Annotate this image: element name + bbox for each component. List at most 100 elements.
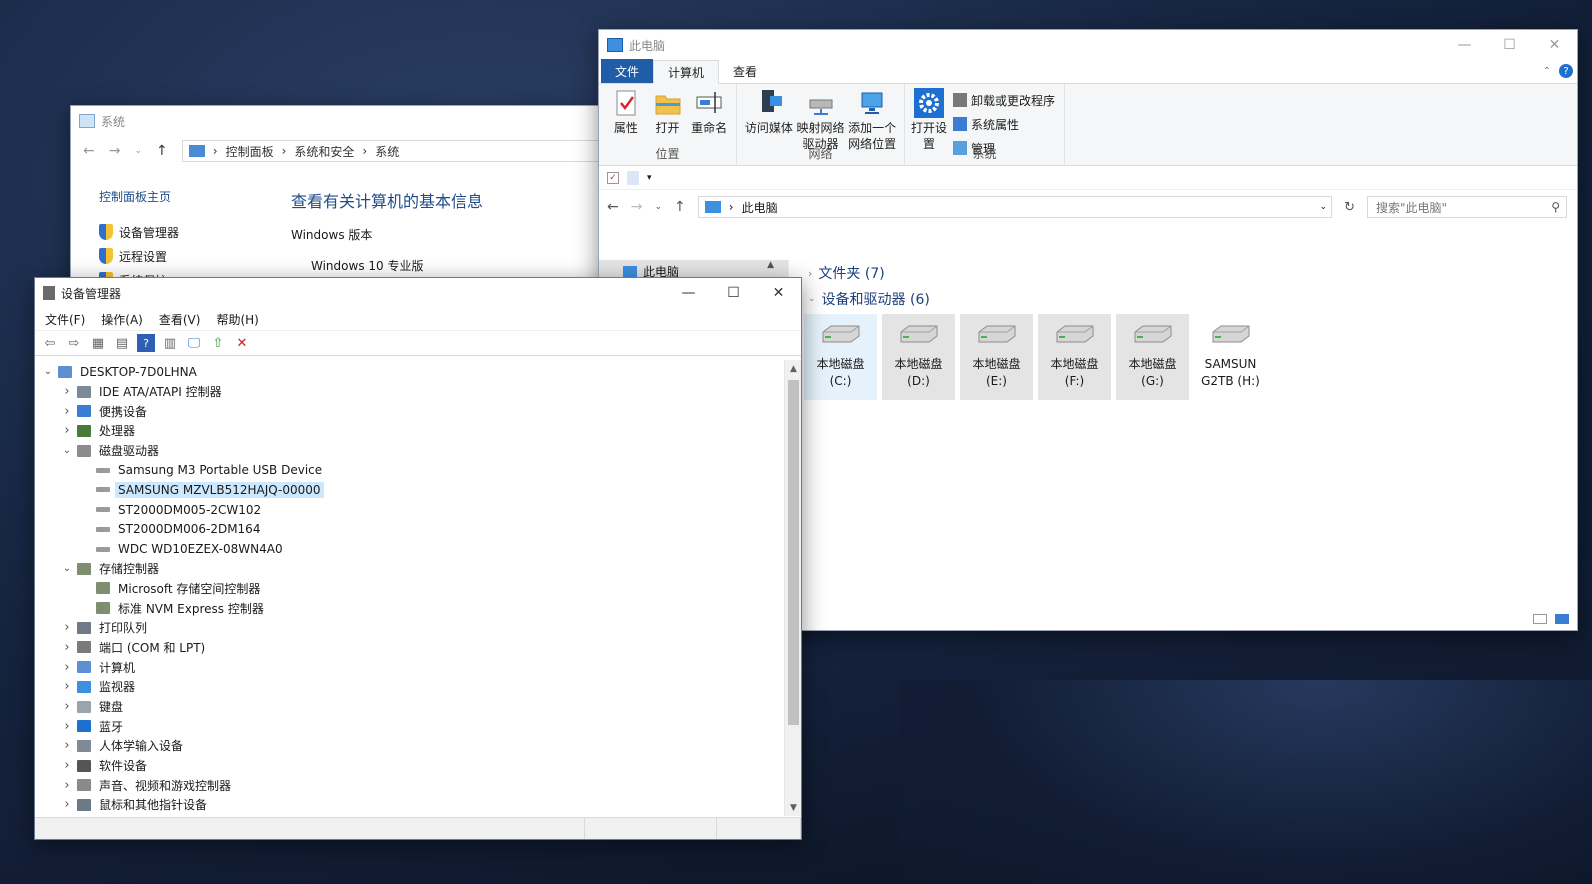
back-arrow-icon[interactable]: ←: [83, 143, 95, 159]
chevron-right-icon[interactable]: ›: [60, 384, 74, 399]
tree-node[interactable]: › 计算机: [35, 657, 785, 677]
tree-node[interactable]: › 蓝牙: [35, 716, 785, 736]
address-text[interactable]: 此电脑: [742, 199, 778, 216]
vertical-scrollbar[interactable]: ▲ ▼: [784, 360, 801, 816]
tree-node[interactable]: SAMSUNG MZVLB512HAJQ-00000: [35, 480, 785, 500]
breadcrumb-item[interactable]: 控制面板: [226, 143, 274, 160]
system-properties-button[interactable]: 系统属性: [953, 114, 1055, 134]
properties-icon[interactable]: ▤: [113, 334, 131, 352]
tree-node[interactable]: Microsoft 存储空间控制器: [35, 579, 785, 599]
tree-node[interactable]: › 处理器: [35, 421, 785, 441]
forward-arrow-icon[interactable]: →: [631, 199, 643, 215]
tree-node[interactable]: ⌄ DESKTOP-7D0LHNA: [35, 362, 785, 382]
address-dropdown-icon[interactable]: ⌄: [1320, 202, 1332, 212]
minimize-button[interactable]: —: [666, 278, 711, 308]
scan-hardware-icon[interactable]: 🖵: [185, 334, 203, 352]
folders-group-header[interactable]: › 文件夹 (7): [794, 260, 1577, 286]
drive-item[interactable]: 本地磁盘 (G:): [1116, 314, 1189, 400]
chevron-right-icon[interactable]: ›: [60, 404, 74, 419]
devices-group-header[interactable]: ⌄ 设备和驱动器 (6): [794, 286, 1577, 312]
chevron-right-icon[interactable]: ›: [60, 778, 74, 793]
maximize-button[interactable]: ☐: [711, 278, 756, 308]
explorer-titlebar[interactable]: 此电脑 — ☐ ✕: [599, 30, 1577, 60]
scroll-up-icon[interactable]: ▲: [785, 360, 801, 377]
menu-action[interactable]: 操作(A): [101, 311, 143, 328]
forward-arrow-icon[interactable]: →: [109, 143, 121, 159]
address-bar[interactable]: › 此电脑 ⌄: [697, 196, 1333, 218]
help-icon[interactable]: ?: [137, 334, 155, 352]
drive-item[interactable]: 本地磁盘 (E:): [960, 314, 1033, 400]
chevron-right-icon[interactable]: ›: [60, 620, 74, 635]
tab-file[interactable]: 文件: [601, 59, 654, 83]
tree-node[interactable]: › 声音、视频和游戏控制器: [35, 775, 785, 795]
drive-item[interactable]: SAMSUN G2TB (H:): [1194, 314, 1267, 400]
search-input[interactable]: 搜索"此电脑" ⚲: [1367, 196, 1567, 218]
device-tree[interactable]: ⌄ DESKTOP-7D0LHNA › IDE ATA/ATAPI 控制器 › 便携设备 ›…: [35, 360, 785, 816]
tree-node[interactable]: › 鼠标和其他指针设备: [35, 795, 785, 815]
breadcrumb-item[interactable]: 系统: [375, 143, 399, 160]
back-arrow-icon[interactable]: ←: [607, 199, 619, 215]
control-panel-home-link[interactable]: 控制面板主页: [99, 184, 179, 208]
menu-file[interactable]: 文件(F): [45, 311, 85, 328]
remote-settings-link[interactable]: 远程设置: [99, 244, 179, 268]
tree-node[interactable]: › 监视器: [35, 677, 785, 697]
checkbox-icon[interactable]: ✓: [607, 171, 619, 184]
uninstall-program-button[interactable]: 卸载或更改程序: [953, 90, 1055, 110]
forward-arrow-icon[interactable]: ⇨: [65, 334, 83, 352]
chevron-down-icon[interactable]: ⌄: [41, 366, 55, 377]
help-icon[interactable]: ?: [1559, 64, 1573, 78]
chevron-right-icon[interactable]: ›: [60, 738, 74, 753]
scroll-up-icon[interactable]: ▲: [767, 260, 774, 270]
menu-help[interactable]: 帮助(H): [216, 311, 258, 328]
drive-item[interactable]: 本地磁盘 (C:): [804, 314, 877, 400]
scroll-thumb[interactable]: [788, 380, 799, 725]
tree-node[interactable]: 标准 NVM Express 控制器: [35, 598, 785, 618]
chevron-down-icon[interactable]: ⌄: [60, 445, 74, 456]
tree-node[interactable]: › 便携设备: [35, 401, 785, 421]
customize-qat-icon[interactable]: ▾: [647, 173, 652, 183]
minimize-button[interactable]: —: [1442, 30, 1487, 60]
tree-node[interactable]: ST2000DM006-2DM164: [35, 520, 785, 540]
uninstall-device-icon[interactable]: ✕: [233, 334, 251, 352]
menu-view[interactable]: 查看(V): [159, 311, 201, 328]
breadcrumb[interactable]: › 控制面板 › 系统和安全 › 系统: [181, 140, 609, 162]
chevron-right-icon[interactable]: ›: [60, 758, 74, 773]
tree-node[interactable]: › 打印队列: [35, 618, 785, 638]
refresh-icon[interactable]: ↻: [1344, 200, 1355, 215]
chevron-right-icon[interactable]: ›: [60, 699, 74, 714]
chevron-right-icon[interactable]: ›: [60, 679, 74, 694]
device-manager-titlebar[interactable]: 设备管理器 — ☐ ✕: [35, 278, 801, 308]
close-button[interactable]: ✕: [1532, 30, 1577, 60]
tree-node[interactable]: ST2000DM005-2CW102: [35, 500, 785, 520]
up-arrow-icon[interactable]: ↑: [156, 143, 168, 159]
drive-item[interactable]: 本地磁盘 (D:): [882, 314, 955, 400]
close-button[interactable]: ✕: [756, 278, 801, 308]
chevron-right-icon[interactable]: ›: [60, 423, 74, 438]
chevron-down-icon[interactable]: ⌄: [60, 563, 74, 574]
tab-view[interactable]: 查看: [719, 59, 771, 83]
tree-node[interactable]: ⌄ 磁盘驱动器: [35, 441, 785, 461]
drive-item[interactable]: 本地磁盘 (F:): [1038, 314, 1111, 400]
device-manager-window[interactable]: 设备管理器 — ☐ ✕ 文件(F) 操作(A) 查看(V) 帮助(H) ⇦ ⇨ …: [34, 277, 802, 840]
maximize-button[interactable]: ☐: [1487, 30, 1532, 60]
show-hide-console-tree-icon[interactable]: ▦: [89, 334, 107, 352]
tree-node[interactable]: Samsung M3 Portable USB Device: [35, 460, 785, 480]
tree-node[interactable]: › 键盘: [35, 697, 785, 717]
chevron-right-icon[interactable]: ›: [60, 660, 74, 675]
collapse-ribbon-icon[interactable]: ⌃: [1543, 66, 1551, 77]
chevron-right-icon[interactable]: ›: [60, 640, 74, 655]
up-arrow-icon[interactable]: ↑: [674, 199, 686, 215]
tree-node[interactable]: › 软件设备: [35, 756, 785, 776]
large-icons-view-icon[interactable]: [1555, 614, 1569, 624]
system-window[interactable]: 系统 ← → ⌄ ↑ › 控制面板 › 系统和安全 › 系统 控制面板主页 设备…: [70, 105, 610, 285]
device-manager-link[interactable]: 设备管理器: [99, 220, 179, 244]
recent-dropdown-icon[interactable]: ⌄: [134, 146, 142, 156]
tree-node[interactable]: › 人体学输入设备: [35, 736, 785, 756]
breadcrumb-item[interactable]: 系统和安全: [294, 143, 354, 160]
blank-page-icon[interactable]: [627, 170, 639, 185]
action-pane-icon[interactable]: ▥: [161, 334, 179, 352]
tree-node[interactable]: WDC WD10EZEX-08WN4A0: [35, 539, 785, 559]
tree-node[interactable]: ⌄ 存储控制器: [35, 559, 785, 579]
update-driver-icon[interactable]: ⇧: [209, 334, 227, 352]
tab-computer[interactable]: 计算机: [653, 60, 720, 84]
